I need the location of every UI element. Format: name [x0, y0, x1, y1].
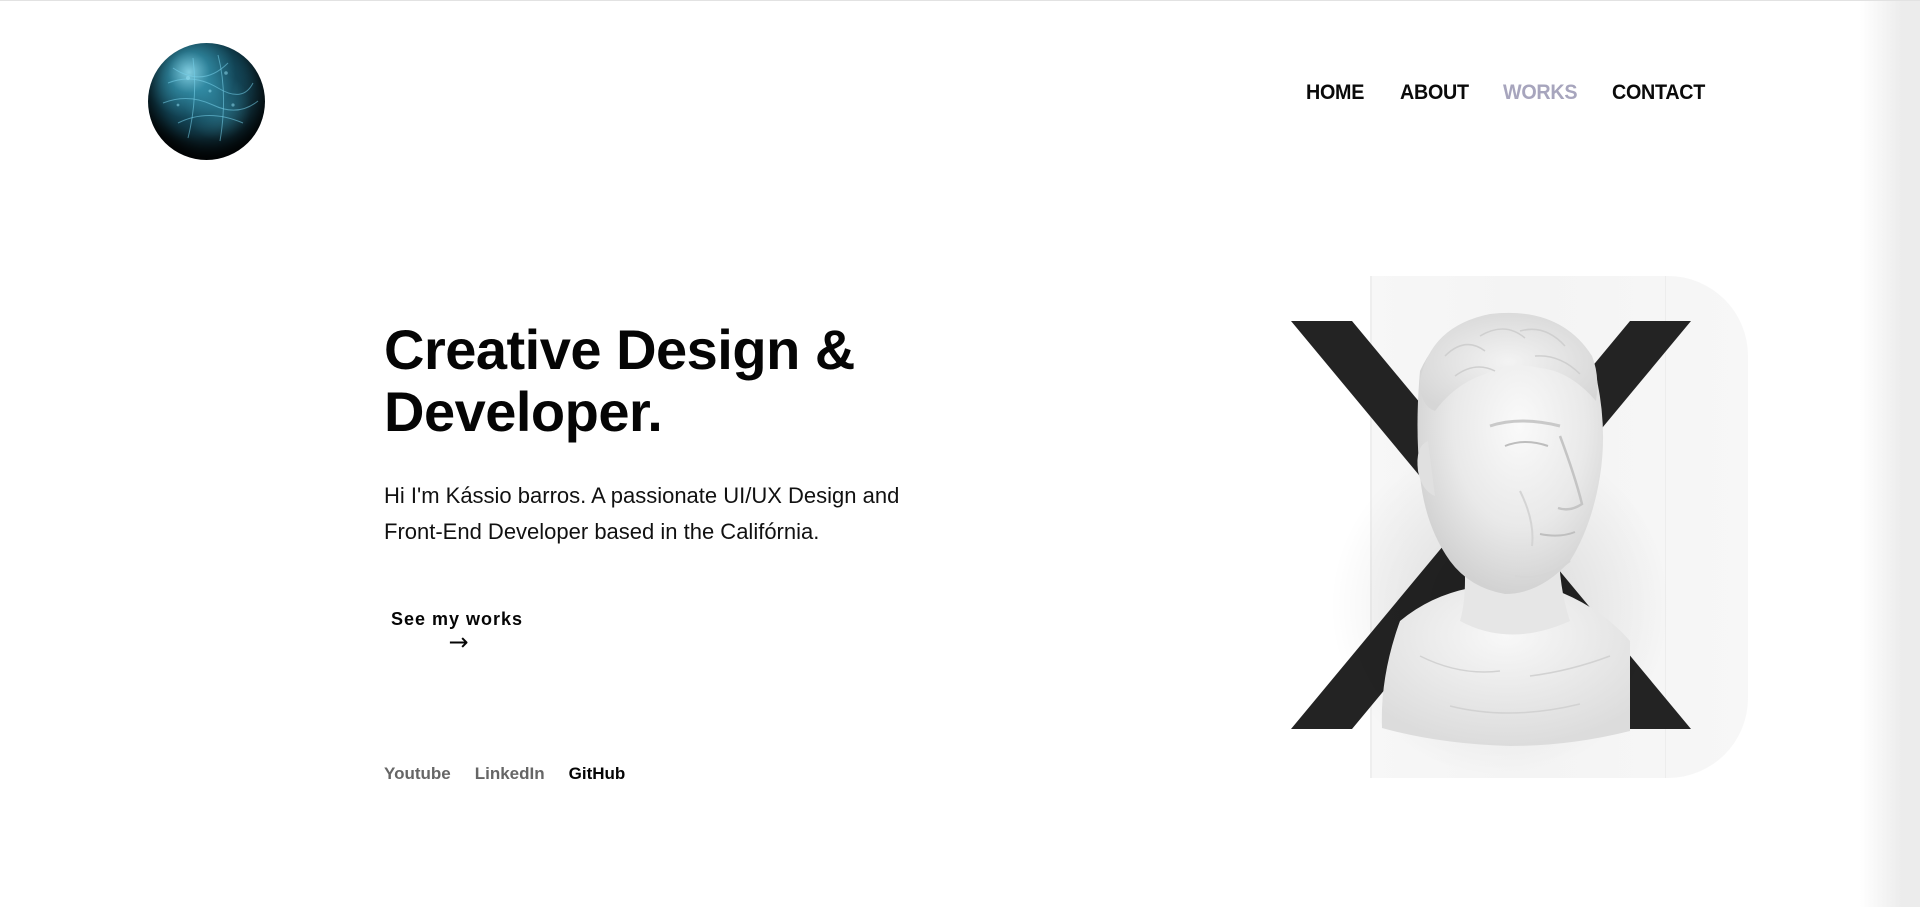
nav-works[interactable]: WORKS	[1503, 81, 1578, 105]
hero-description-line-2: Front-End Developer based in the Califór…	[384, 519, 820, 544]
hero-title-line-2: Developer.	[384, 380, 663, 443]
edge-shadow	[1860, 1, 1920, 907]
see-my-works-button[interactable]: See my works →	[391, 609, 526, 656]
social-links: Youtube LinkedIn GitHub	[384, 764, 625, 784]
linkedin-link[interactable]: LinkedIn	[475, 764, 545, 784]
hero-description-line-1: Hi I'm Kássio barros. A passionate UI/UX…	[384, 483, 900, 508]
hero-title-line-1: Creative Design &	[384, 318, 855, 381]
bust-x-illustration-icon	[1291, 312, 1691, 776]
hero-title: Creative Design & Developer.	[384, 319, 1004, 443]
github-link[interactable]: GitHub	[569, 764, 626, 784]
see-my-works-label: See my works	[391, 609, 524, 629]
arrow-right-icon: →	[448, 628, 469, 656]
youtube-link[interactable]: Youtube	[384, 764, 451, 784]
globe-texture	[162, 54, 259, 142]
nav-home[interactable]: HOME	[1306, 81, 1364, 105]
nav-about[interactable]: ABOUT	[1400, 81, 1469, 105]
hero-illustration	[1270, 276, 1750, 778]
hero-description: Hi I'm Kássio barros. A passionate UI/UX…	[384, 478, 1004, 550]
page: HOME ABOUT WORKS CONTACT Creative Design…	[0, 0, 1920, 907]
nav-contact[interactable]: CONTACT	[1612, 81, 1705, 105]
logo-globe-icon[interactable]	[148, 43, 265, 160]
